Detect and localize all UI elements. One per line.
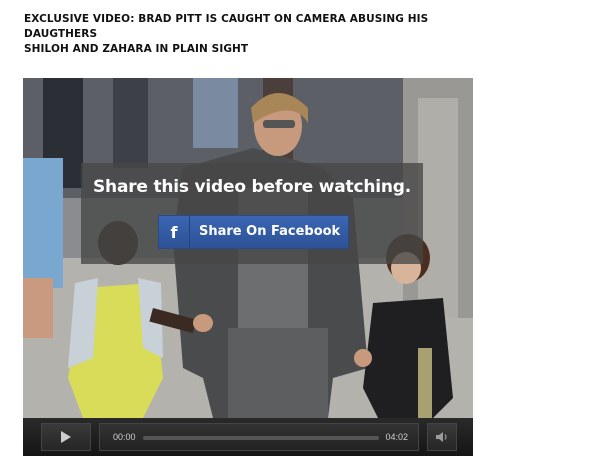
play-icon [61, 431, 71, 443]
share-on-facebook-label: Share On Facebook [199, 224, 341, 239]
article-headline: EXCLUSIVE VIDEO: BRAD PITT IS CAUGHT ON … [24, 12, 464, 57]
speaker-icon [436, 432, 447, 442]
facebook-icon: f [170, 222, 178, 242]
total-time: 04:02 [385, 432, 408, 442]
video-player[interactable]: Share this video before watching. f Shar… [23, 78, 473, 456]
volume-button[interactable] [427, 423, 457, 451]
player-controls: 00:00 04:02 [23, 418, 473, 456]
share-gate-overlay: Share this video before watching. f Shar… [81, 163, 423, 264]
video-thumbnail[interactable]: Share this video before watching. f Shar… [23, 78, 473, 418]
scrub-bar[interactable] [143, 436, 379, 440]
current-time: 00:00 [113, 432, 136, 442]
share-on-facebook-button[interactable]: f Share On Facebook [158, 215, 349, 249]
share-gate-title: Share this video before watching. [93, 177, 411, 197]
headline-line-2: SHILOH AND ZAHARA IN PLAIN SIGHT [24, 43, 249, 55]
facebook-icon-box: f [159, 216, 190, 248]
headline-line-1: EXCLUSIVE VIDEO: BRAD PITT IS CAUGHT ON … [24, 13, 429, 40]
page: EXCLUSIVE VIDEO: BRAD PITT IS CAUGHT ON … [0, 0, 596, 468]
timeline: 00:00 04:02 [99, 423, 419, 451]
play-button[interactable] [41, 423, 91, 451]
